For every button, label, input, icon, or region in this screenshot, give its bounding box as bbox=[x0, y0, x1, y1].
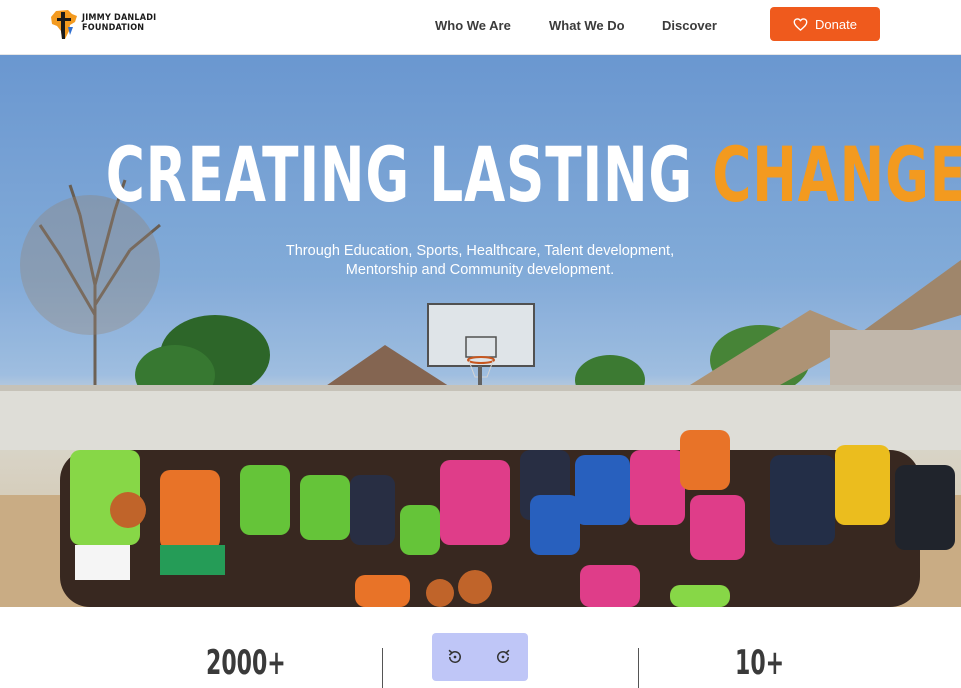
stats-section: 2000+ 10+ bbox=[0, 607, 961, 688]
hero-subtitle-line-2: Mentorship and Community development. bbox=[345, 262, 615, 278]
site-header: Jimmy Danladi Foundation Who We Are What… bbox=[0, 0, 961, 55]
rotate-left-icon[interactable] bbox=[446, 648, 464, 666]
nav-what-we-do[interactable]: What We Do bbox=[549, 18, 625, 33]
hero-title: CREATING LASTING CHANGE bbox=[105, 130, 961, 220]
carousel-controls bbox=[432, 633, 528, 681]
hero-banner: CREATING LASTING CHANGE Through Educatio… bbox=[0, 55, 961, 607]
logo[interactable]: Jimmy Danladi Foundation bbox=[50, 9, 156, 43]
heart-icon bbox=[793, 17, 808, 31]
hero-subtitle: Through Education, Sports, Healthcare, T… bbox=[230, 242, 730, 280]
logo-text: Jimmy Danladi Foundation bbox=[82, 13, 162, 33]
logo-africa-icon bbox=[51, 10, 77, 39]
hero-subtitle-line-1: Through Education, Sports, Healthcare, T… bbox=[285, 243, 675, 259]
nav-who-we-are[interactable]: Who We Are bbox=[435, 18, 511, 33]
donate-button[interactable]: Donate bbox=[770, 7, 880, 41]
logo-line-1: Jimmy Danladi bbox=[82, 13, 157, 23]
stat-value-right: 10+ bbox=[735, 643, 785, 683]
hero-title-accent: CHANGE bbox=[712, 130, 961, 219]
hero-title-main: CREATING LASTING bbox=[105, 130, 713, 219]
rotate-right-icon[interactable] bbox=[494, 648, 512, 666]
stat-value-left: 2000+ bbox=[206, 643, 286, 683]
logo-line-2: Foundation bbox=[82, 23, 145, 33]
stat-divider bbox=[382, 648, 383, 688]
stat-divider bbox=[638, 648, 639, 688]
donate-label: Donate bbox=[815, 16, 857, 32]
nav-discover[interactable]: Discover bbox=[662, 18, 717, 33]
